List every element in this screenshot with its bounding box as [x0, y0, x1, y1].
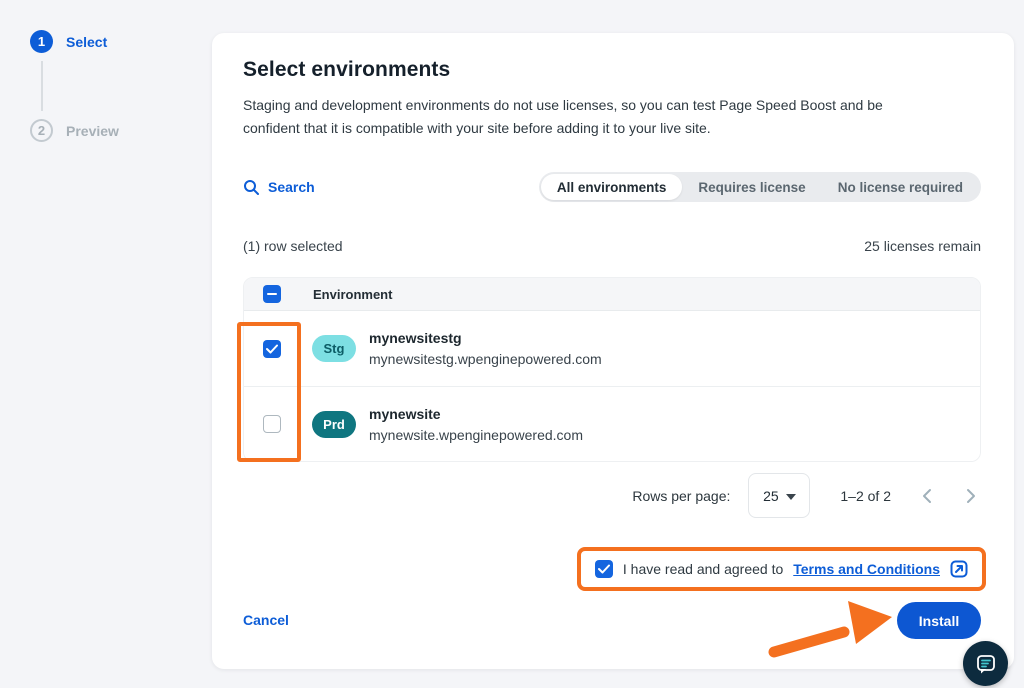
table-header-row: Environment	[244, 278, 980, 311]
row-checkbox-checked[interactable]	[263, 340, 281, 358]
environment-url: mynewsite.wpenginepowered.com	[369, 427, 583, 443]
rows-per-page-value: 25	[763, 488, 779, 504]
filter-tabbar: All environments Requires license No lic…	[539, 172, 981, 202]
step-label: Select	[66, 34, 107, 50]
column-header-environment: Environment	[313, 287, 392, 302]
rows-per-page-label: Rows per page:	[632, 488, 730, 504]
rows-per-page-select[interactable]: 25	[748, 473, 810, 518]
row-checkbox-unchecked[interactable]	[263, 415, 281, 433]
tab-no-license-required[interactable]: No license required	[822, 174, 979, 200]
environment-badge-staging: Stg	[312, 335, 356, 362]
environment-name: mynewsite	[369, 406, 583, 422]
licenses-remaining: 25 licenses remain	[864, 238, 981, 254]
environment-badge-production: Prd	[312, 411, 356, 438]
step-number-badge: 2	[30, 119, 53, 142]
search-label: Search	[268, 179, 315, 195]
chevron-down-icon	[786, 494, 796, 500]
terms-checkbox[interactable]	[595, 560, 613, 578]
pagination: Rows per page: 25 1–2 of 2	[632, 473, 981, 518]
dialog-description: Staging and development environments do …	[243, 94, 883, 140]
summary-row: (1) row selected 25 licenses remain	[243, 238, 981, 254]
terms-text: I have read and agreed to	[623, 561, 783, 577]
cancel-button[interactable]: Cancel	[243, 612, 289, 628]
install-button[interactable]: Install	[897, 602, 981, 639]
page-title: Select environments	[243, 58, 981, 82]
step-number-badge: 1	[30, 30, 53, 53]
select-all-checkbox[interactable]	[263, 285, 281, 303]
search-button[interactable]: Search	[243, 179, 315, 196]
table-row-mynewsite[interactable]: Prd mynewsite mynewsite.wpenginepowered.…	[244, 386, 980, 461]
toolbar: Search All environments Requires license…	[243, 172, 981, 202]
next-page-button[interactable]	[961, 486, 981, 506]
search-icon	[243, 179, 260, 196]
select-environments-dialog: Select environments Staging and developm…	[212, 33, 1014, 669]
chat-bubble-icon	[974, 652, 998, 676]
external-link-icon	[950, 560, 968, 578]
stepper-step-preview[interactable]: 2 Preview	[30, 119, 180, 142]
stepper-step-select[interactable]: 1 Select	[30, 30, 180, 53]
chat-widget-button[interactable]	[963, 641, 1008, 686]
previous-page-button[interactable]	[917, 486, 937, 506]
environment-name: mynewsitestg	[369, 330, 602, 346]
terms-and-conditions-link[interactable]: Terms and Conditions	[793, 561, 940, 577]
page: 1 Select 2 Preview Select environments S…	[0, 0, 1024, 688]
step-label: Preview	[66, 123, 119, 139]
environment-url: mynewsitestg.wpenginepowered.com	[369, 351, 602, 367]
tab-requires-license[interactable]: Requires license	[682, 174, 821, 200]
rows-selected-count: (1) row selected	[243, 238, 343, 254]
environments-table: Environment Stg mynewsitestg mynewsitest…	[243, 277, 981, 462]
stepper: 1 Select 2 Preview	[30, 30, 180, 142]
table-row-mynewsitestg[interactable]: Stg mynewsitestg mynewsitestg.wpenginepo…	[244, 311, 980, 386]
tab-all-environments[interactable]: All environments	[541, 174, 683, 200]
pagination-range: 1–2 of 2	[840, 488, 891, 504]
terms-agreement-row: I have read and agreed to Terms and Cond…	[577, 547, 986, 591]
stepper-connector	[41, 61, 43, 111]
